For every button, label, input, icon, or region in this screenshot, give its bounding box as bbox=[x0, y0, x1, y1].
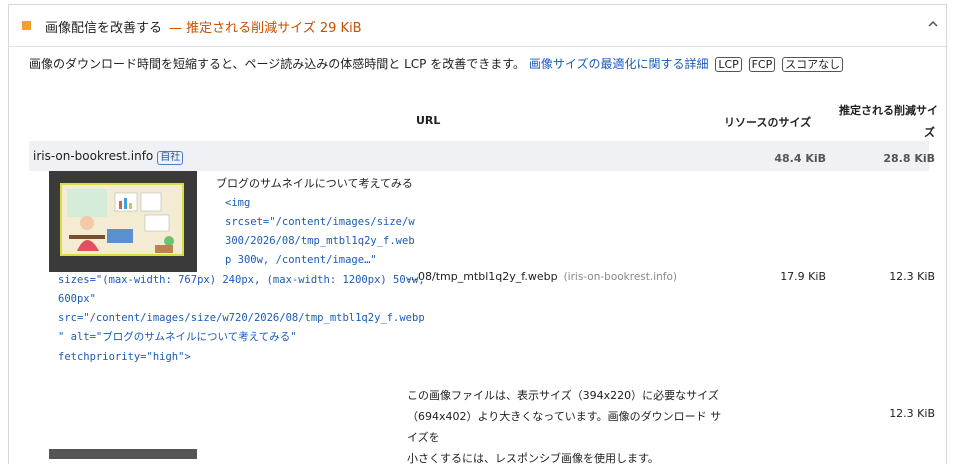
group-host: iris-on-bookrest.info 自社 bbox=[33, 149, 184, 165]
resource-url-host: (iris-on-bookrest.info) bbox=[563, 271, 678, 283]
tag-no-score: スコアなし bbox=[782, 57, 844, 72]
code-snippet-line: sizes="(max-width: 767px) 240px, (max-wi… bbox=[58, 274, 425, 286]
code-snippet-line: <img bbox=[225, 197, 251, 209]
resource-url[interactable]: …08/tmp_mtbl1q2y_f.webp (iris-on-bookrest… bbox=[407, 270, 677, 283]
thumbnail-image bbox=[49, 171, 197, 272]
audit-title: 画像配信を改善する bbox=[45, 21, 163, 36]
chevron-up-icon[interactable] bbox=[926, 17, 940, 31]
code-snippet-line: src="/content/images/size/w720/2026/08/t… bbox=[58, 312, 425, 324]
tag-fcp: FCP bbox=[748, 57, 776, 72]
code-snippet-line: " alt="ブログのサムネイルについて考えてみる" bbox=[58, 331, 297, 343]
blog-illustration-icon bbox=[49, 171, 197, 272]
code-snippet-line: 600px" bbox=[58, 293, 96, 305]
row-resource-size: 17.9 KiB bbox=[780, 270, 826, 283]
subitem-savings: 12.3 KiB bbox=[889, 407, 935, 420]
column-header-savings: 推定される削減サイ bbox=[839, 104, 938, 117]
first-party-badge: 自社 bbox=[157, 151, 184, 165]
code-snippet-line: fetchpriority="high"> bbox=[58, 351, 191, 363]
code-snippet-line: 300/2026/08/tmp_mtbl1q2y_f.web bbox=[225, 235, 415, 247]
subitem-note-line: この画像ファイルは、表示サイズ（394x220）に必要なサイズ bbox=[407, 389, 719, 402]
node-label: ブログのサムネイルについて考えてみる bbox=[216, 177, 413, 190]
description-text: 画像のダウンロード時間を短縮すると、ページ読み込みの体感時間と LCP を改善で… bbox=[29, 57, 526, 71]
code-snippet-line: p 300w, /content/image…" bbox=[225, 254, 377, 266]
group-resource-size: 48.4 KiB bbox=[774, 152, 826, 165]
code-snippet-line: srcset="/content/images/size/w bbox=[225, 216, 415, 228]
audit-savings: — 推定される削減サイズ 29 KiB bbox=[169, 21, 362, 36]
audit-header[interactable]: 画像配信を改善する — 推定される削減サイズ 29 KiB bbox=[9, 5, 946, 47]
learn-more-link[interactable]: 画像サイズの最適化に関する詳細 bbox=[529, 57, 709, 71]
subitem-note-line: 小さくするには、レスポンシブ画像を使用します。 bbox=[407, 452, 659, 465]
column-header-resource-size: リソースのサイズ bbox=[724, 116, 812, 129]
row-savings: 12.3 KiB bbox=[889, 270, 935, 283]
next-thumbnail-image bbox=[49, 449, 197, 459]
subitem-note-line: （694x402）より大きくなっています。画像のダウンロード サイズを bbox=[407, 410, 722, 444]
warning-square-icon bbox=[22, 21, 31, 30]
subitem-note: この画像ファイルは、表示サイズ（394x220）に必要なサイズ （694x402… bbox=[407, 385, 727, 469]
resource-url-text[interactable]: …08/tmp_mtbl1q2y_f.webp bbox=[407, 270, 558, 283]
group-savings: 28.8 KiB bbox=[883, 152, 935, 165]
tag-lcp: LCP bbox=[715, 57, 742, 72]
audit-description: 画像のダウンロード時間を短縮すると、ページ読み込みの体感時間と LCP を改善で… bbox=[29, 55, 844, 72]
column-header-savings-wrap: ズ bbox=[924, 126, 935, 139]
group-host-name: iris-on-bookrest.info bbox=[33, 149, 154, 163]
column-header-url: URL bbox=[416, 114, 441, 127]
